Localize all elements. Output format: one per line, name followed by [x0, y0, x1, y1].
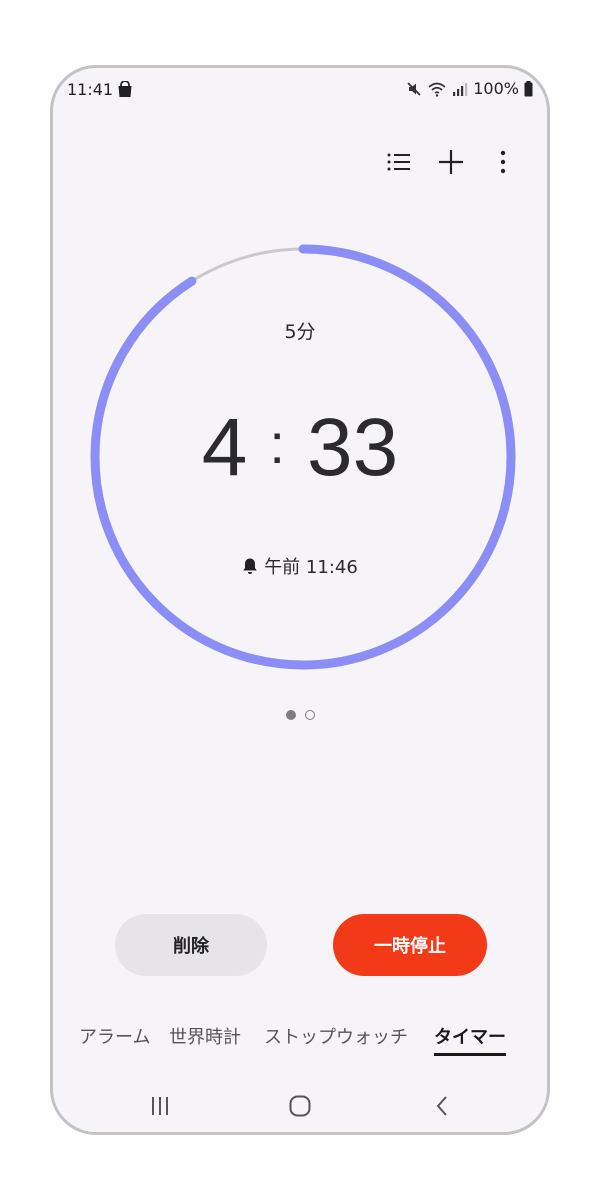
status-bar: 11:41 100%: [53, 68, 547, 112]
end-time-label: 午前 11:46: [264, 557, 358, 578]
add-preset-button[interactable]: [435, 146, 467, 178]
navigation-bar: [53, 1086, 547, 1126]
page-dot[interactable]: [304, 710, 315, 720]
toolbar: [383, 146, 519, 178]
page-indicator: [53, 710, 547, 720]
time-seconds: 33: [306, 402, 399, 493]
bottom-tabs: アラーム 世界時計 ストップウォッチ タイマー: [53, 1023, 547, 1063]
more-vert-icon: [500, 150, 506, 174]
wifi-icon: [428, 82, 446, 97]
tab-world-clock[interactable]: 世界時計: [169, 1023, 241, 1049]
home-button[interactable]: [280, 1090, 320, 1122]
recents-button[interactable]: [140, 1090, 180, 1122]
back-icon: [436, 1096, 447, 1116]
time-remaining: 4 : 33: [53, 398, 547, 498]
pause-button[interactable]: 一時停止: [333, 914, 487, 976]
tab-stopwatch[interactable]: ストップウォッチ: [264, 1023, 408, 1049]
list-icon: [387, 153, 410, 171]
signal-icon: [453, 82, 468, 96]
mute-icon: [407, 81, 421, 96]
time-separator: :: [269, 411, 285, 475]
bell-icon: [243, 558, 257, 574]
delete-button[interactable]: 削除: [115, 914, 267, 976]
battery-percent: 100%: [473, 79, 519, 98]
more-options-button[interactable]: [487, 146, 519, 178]
back-button[interactable]: [422, 1090, 462, 1122]
tab-timer[interactable]: タイマー: [434, 1023, 506, 1056]
recents-icon: [152, 1097, 168, 1115]
preset-list-button[interactable]: [383, 146, 415, 178]
phone-frame: 11:41 100% 5分 4: 33 午前 11:46 削除 一時停止 アラ…: [50, 65, 550, 1135]
status-indicators: 100%: [406, 79, 533, 98]
shopping-bag-icon: [118, 81, 132, 97]
battery-icon: [524, 80, 533, 96]
status-time: 11:41: [67, 80, 114, 99]
time-minutes: 4: [201, 402, 248, 493]
tab-alarm[interactable]: アラーム: [79, 1023, 150, 1049]
home-icon: [289, 1095, 311, 1117]
timer-preset-label: 5分: [284, 321, 316, 343]
end-time: 午前 11:46: [53, 553, 547, 579]
plus-icon: [439, 150, 463, 174]
page-dot-active[interactable]: [285, 710, 296, 720]
